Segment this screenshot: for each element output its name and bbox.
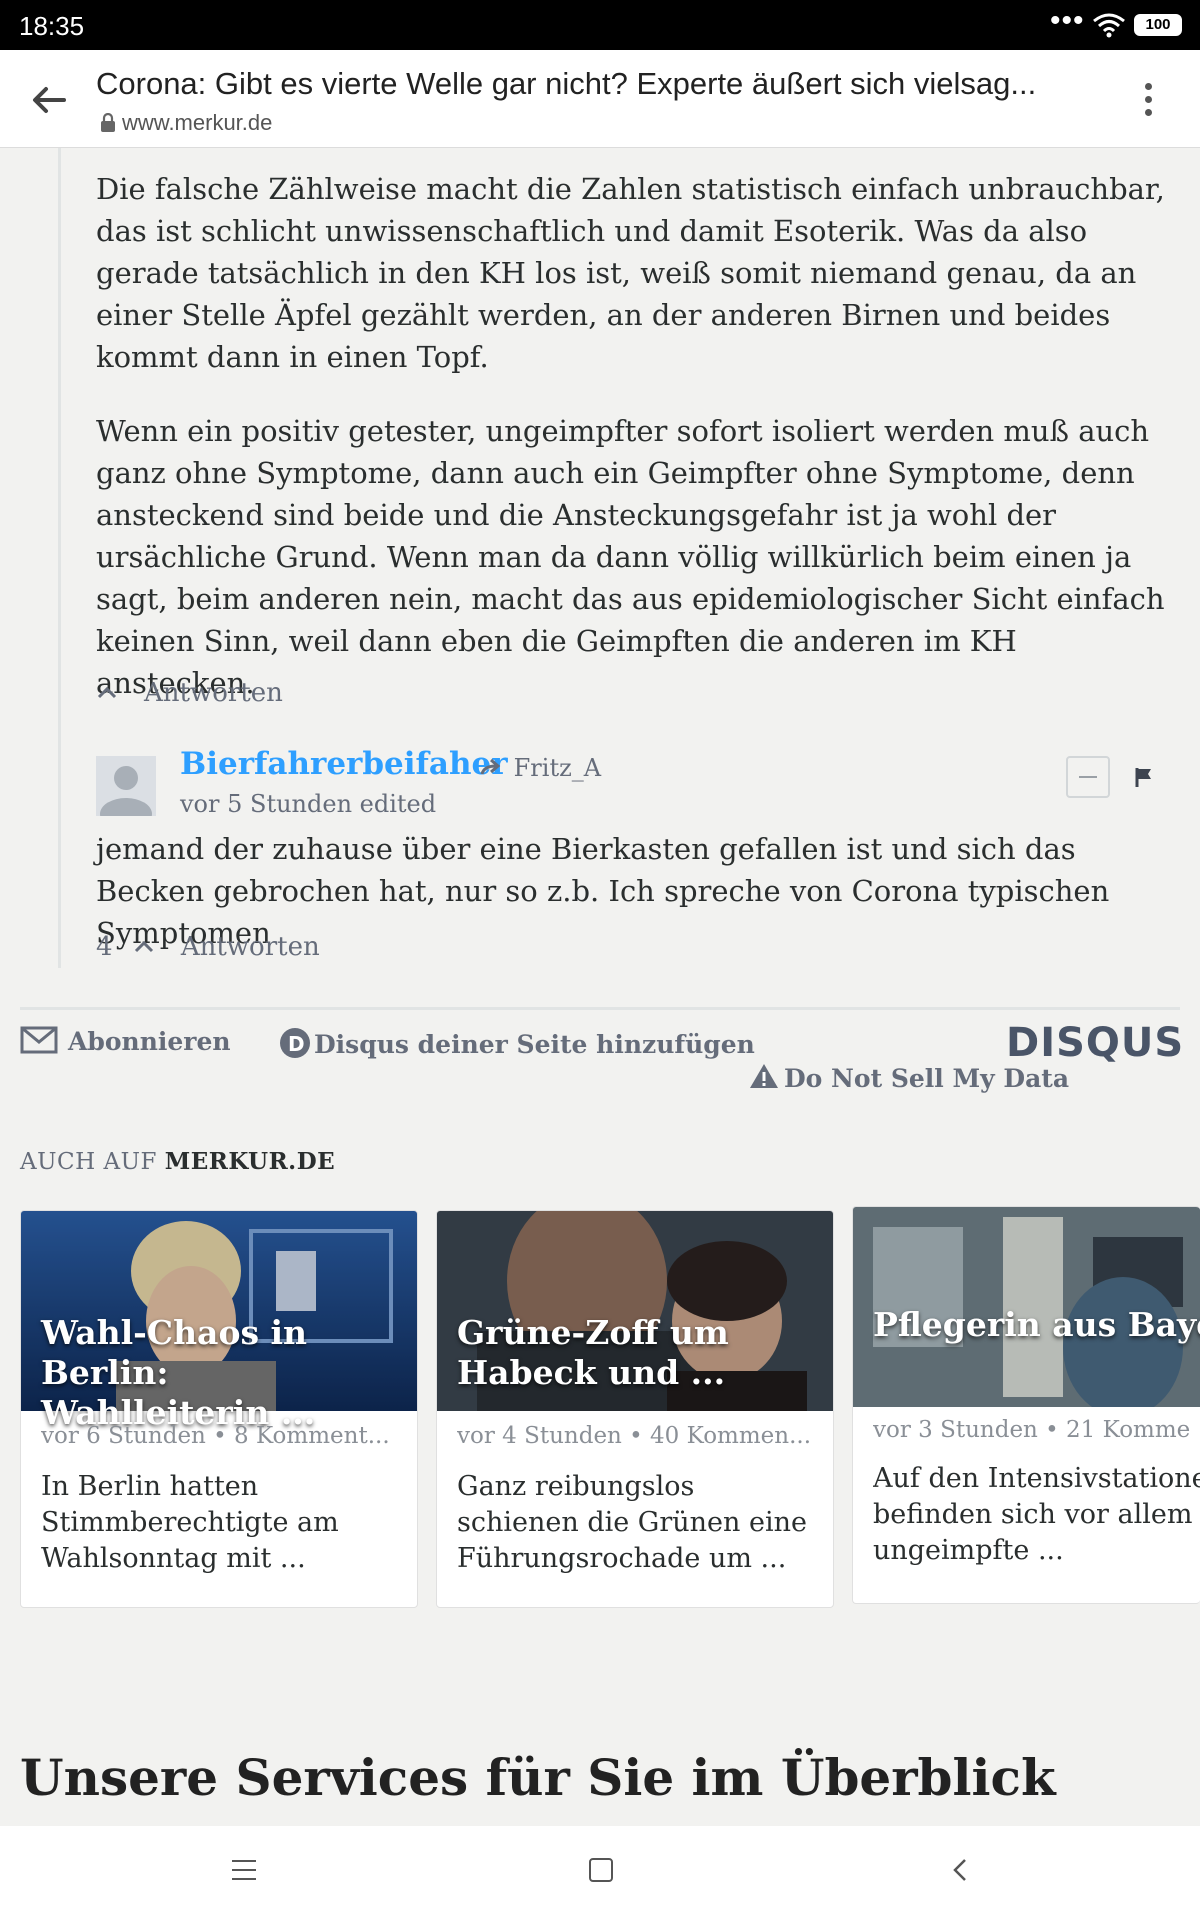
article-headline: Pflegerin aus Bayern regt sich über ... — [873, 1305, 1200, 1344]
article-excerpt: In Berlin hatten Stimmberechtigte am Wah… — [41, 1471, 339, 1574]
back-icon[interactable] — [950, 1858, 970, 1882]
browser-toolbar: Corona: Gibt es vierte Welle gar nicht? … — [0, 50, 1200, 148]
wifi-icon — [1093, 13, 1125, 38]
warning-icon — [750, 1064, 778, 1088]
thread-line — [58, 148, 61, 968]
reply-button[interactable]: Antworten — [181, 932, 320, 962]
collapse-button[interactable] — [1066, 756, 1110, 798]
article-meta: vor 6 Stunden • 8 Komment... — [41, 1423, 390, 1449]
url-display[interactable]: www.merkur.de — [100, 110, 272, 136]
battery-icon: 100 — [1134, 14, 1182, 36]
overflow-menu-icon[interactable] — [1136, 80, 1160, 120]
subscribe-link[interactable]: Abonnieren — [20, 1026, 231, 1056]
back-arrow-icon[interactable] — [28, 80, 68, 120]
article-headline: Wahl-Chaos in Berlin: Wahlleiterin ... — [41, 1313, 316, 1432]
article-meta: vor 4 Stunden • 40 Kommen... — [457, 1423, 812, 1449]
disqus-d-icon: D — [280, 1028, 310, 1058]
article-excerpt: Auf den Intensivstationen befinden sich … — [873, 1463, 1200, 1566]
envelope-icon — [20, 1026, 58, 1054]
status-bar: 18:35 ••• 100 — [0, 0, 1200, 50]
comment-author[interactable]: Bierfahrerbeifaher — [180, 746, 508, 782]
url-text: www.merkur.de — [122, 110, 273, 135]
comment-paragraph: Die falsche Zählweise macht die Zahlen s… — [96, 172, 1165, 374]
more-notifications-icon: ••• — [1050, 4, 1085, 37]
reply-actions: 4 Antworten — [96, 932, 320, 962]
article-excerpt: Ganz reibungslos schienen die Grünen ein… — [457, 1471, 807, 1574]
user-placeholder-icon — [100, 766, 152, 816]
reply-to[interactable]: Fritz_A — [480, 754, 601, 782]
flag-icon[interactable] — [1134, 766, 1154, 788]
related-article-card[interactable]: Grüne-Zoff um Habeck und ... vor 4 Stund… — [436, 1210, 834, 1608]
upvote-icon[interactable] — [133, 939, 155, 953]
do-not-sell-label: Do Not Sell My Data — [784, 1064, 1070, 1093]
recent-apps-icon[interactable] — [232, 1860, 256, 1880]
reply-arrow-icon — [480, 758, 501, 775]
comment-actions: Antworten — [96, 678, 283, 708]
reply-to-name: Fritz_A — [513, 754, 602, 782]
also-on-heading: AUCH AUF MERKUR.DE — [20, 1148, 336, 1175]
related-article-card[interactable]: Wahl-Chaos in Berlin: Wahlleiterin ... v… — [20, 1210, 418, 1608]
page-title: Corona: Gibt es vierte Welle gar nicht? … — [96, 66, 1037, 101]
avatar[interactable] — [96, 756, 156, 816]
upvote-icon[interactable] — [96, 685, 118, 699]
related-article-card[interactable]: Pflegerin aus Bayern regt sich über ... … — [852, 1206, 1200, 1604]
comment-paragraph: Wenn ein positiv getester, ungeimpfter s… — [96, 414, 1165, 700]
svg-text:D: D — [288, 1032, 305, 1056]
lock-icon — [101, 113, 115, 132]
article-meta: vor 3 Stunden • 21 Komme — [873, 1417, 1191, 1443]
reply-button[interactable]: Antworten — [144, 678, 283, 708]
services-heading: Unsere Services für Sie im Überblick — [20, 1748, 1056, 1807]
disqus-logo[interactable]: DISQUS — [1006, 1020, 1184, 1066]
subscribe-label: Abonnieren — [68, 1027, 231, 1056]
article-headline: Grüne-Zoff um Habeck und ... — [457, 1313, 729, 1392]
do-not-sell-link[interactable]: Do Not Sell My Data — [748, 1062, 1069, 1093]
comment-timestamp[interactable]: vor 5 Stunden edited — [180, 790, 436, 818]
clock: 18:35 — [19, 11, 85, 41]
vote-count: 4 — [96, 932, 113, 962]
home-icon[interactable] — [589, 1858, 613, 1882]
divider — [20, 1007, 1180, 1010]
add-disqus-link[interactable]: D Disqus deiner Seite hinzufügen — [278, 1026, 755, 1060]
system-navigation-bar — [0, 1826, 1200, 1920]
add-disqus-label: Disqus deiner Seite hinzufügen — [314, 1030, 755, 1059]
